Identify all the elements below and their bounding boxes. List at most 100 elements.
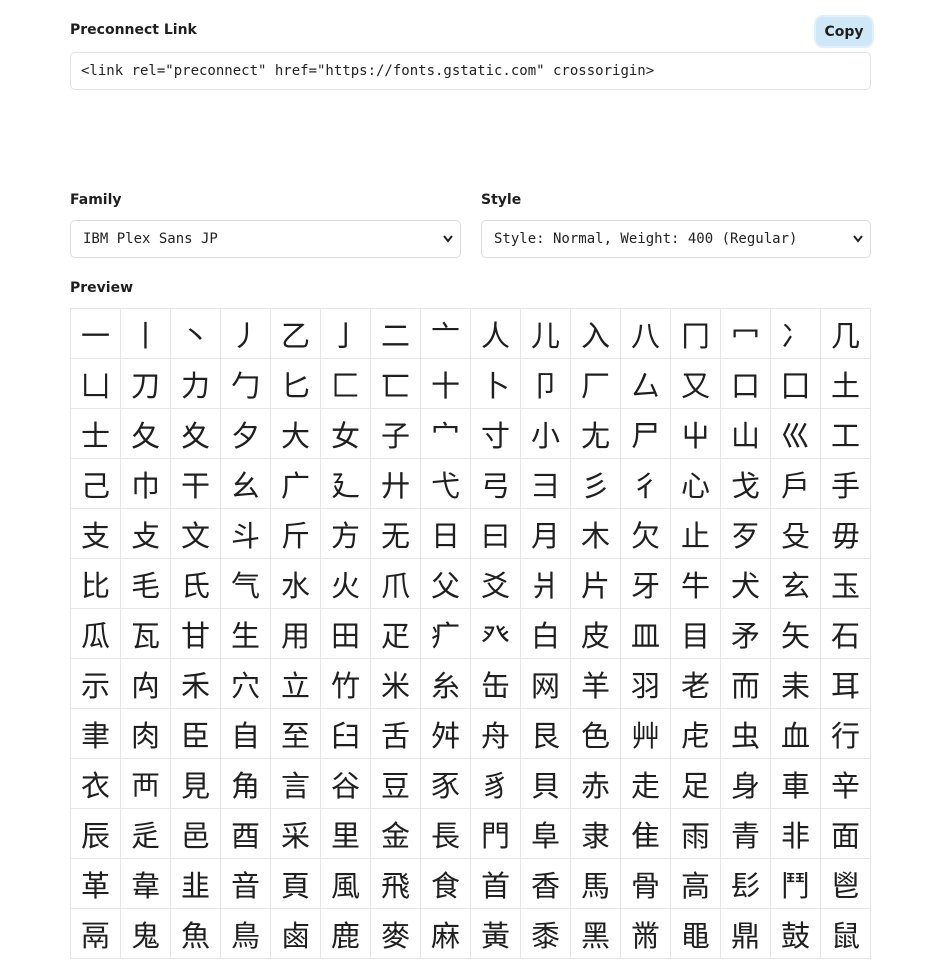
glyph-cell: 行 — [821, 709, 871, 759]
glyph-cell: 女 — [321, 409, 371, 459]
glyph-cell: 攴 — [121, 509, 171, 559]
glyph-cell: 火 — [321, 559, 371, 609]
glyph-cell: 血 — [771, 709, 821, 759]
glyph-cell: 工 — [821, 409, 871, 459]
glyph-cell: 禾 — [171, 659, 221, 709]
glyph-cell: 己 — [71, 459, 121, 509]
glyph-cell: 門 — [471, 809, 521, 859]
glyph-cell: 屮 — [671, 409, 721, 459]
glyph-cell: 首 — [471, 859, 521, 909]
glyph-cell: 辛 — [821, 759, 871, 809]
glyph-cell: 卜 — [471, 359, 521, 409]
preconnect-code[interactable]: <link rel="preconnect" href="https://fon… — [70, 52, 871, 90]
glyph-cell: 丿 — [221, 309, 271, 359]
glyph-cell: 氏 — [171, 559, 221, 609]
glyph-cell: 辵 — [121, 809, 171, 859]
glyph-cell: 鼎 — [721, 909, 771, 959]
chevron-down-icon — [852, 221, 864, 271]
glyph-cell: 文 — [171, 509, 221, 559]
glyph-cell: 山 — [721, 409, 771, 459]
glyph-cell: 几 — [821, 309, 871, 359]
glyph-cell: 弋 — [421, 459, 471, 509]
glyph-cell: 谷 — [321, 759, 371, 809]
glyph-cell: 毛 — [121, 559, 171, 609]
glyph-cell: 疋 — [371, 609, 421, 659]
glyph-cell: 舟 — [471, 709, 521, 759]
glyph-cell: 方 — [321, 509, 371, 559]
glyph-cell: 見 — [171, 759, 221, 809]
glyph-cell: 夕 — [221, 409, 271, 459]
glyph-cell: 丨 — [121, 309, 171, 359]
glyph-cell: 父 — [421, 559, 471, 609]
glyph-cell: 老 — [671, 659, 721, 709]
glyph-cell: 阜 — [521, 809, 571, 859]
glyph-cell: 骨 — [621, 859, 671, 909]
glyph-cell: 玄 — [771, 559, 821, 609]
glyph-cell: 鬯 — [821, 859, 871, 909]
glyph-cell: 爻 — [471, 559, 521, 609]
glyph-cell: 采 — [271, 809, 321, 859]
glyph-cell: 十 — [421, 359, 471, 409]
glyph-cell: 疒 — [421, 609, 471, 659]
glyph-cell: 艸 — [621, 709, 671, 759]
glyph-cell: 耒 — [771, 659, 821, 709]
glyph-cell: 戈 — [721, 459, 771, 509]
glyph-cell: 長 — [421, 809, 471, 859]
glyph-cell: 瓜 — [71, 609, 121, 659]
glyph-cell: 巾 — [121, 459, 171, 509]
glyph-cell: 襾 — [121, 759, 171, 809]
glyph-cell: 八 — [621, 309, 671, 359]
glyph-cell: 弓 — [471, 459, 521, 509]
copy-button[interactable]: Copy — [816, 17, 872, 46]
glyph-cell: 囗 — [771, 359, 821, 409]
glyph-cell: 至 — [271, 709, 321, 759]
glyph-cell: 面 — [821, 809, 871, 859]
glyph-cell: 片 — [571, 559, 621, 609]
glyph-cell: 癶 — [471, 609, 521, 659]
glyph-cell: 立 — [271, 659, 321, 709]
glyph-cell: 气 — [221, 559, 271, 609]
glyph-cell: 雨 — [671, 809, 721, 859]
glyph-cell: 黑 — [571, 909, 621, 959]
glyph-cell: 艮 — [521, 709, 571, 759]
glyph-cell: 冂 — [671, 309, 721, 359]
glyph-cell: 白 — [521, 609, 571, 659]
glyph-cell: 韭 — [171, 859, 221, 909]
glyph-cell: 牛 — [671, 559, 721, 609]
glyph-cell: 干 — [171, 459, 221, 509]
glyph-cell: 卩 — [521, 359, 571, 409]
glyph-cell: 竹 — [321, 659, 371, 709]
glyph-cell: 頁 — [271, 859, 321, 909]
glyph-cell: 鼠 — [821, 909, 871, 959]
family-select[interactable]: IBM Plex Sans JP — [70, 220, 461, 258]
glyph-cell: 革 — [71, 859, 121, 909]
glyph-cell: 子 — [371, 409, 421, 459]
glyph-cell: 比 — [71, 559, 121, 609]
glyph-cell: 小 — [521, 409, 571, 459]
glyph-cell: 厶 — [621, 359, 671, 409]
glyph-cell: 力 — [171, 359, 221, 409]
style-select[interactable]: Style: Normal, Weight: 400 (Regular) — [481, 220, 871, 258]
preconnect-label: Preconnect Link — [70, 22, 197, 38]
glyph-cell: 止 — [671, 509, 721, 559]
glyph-cell: 网 — [521, 659, 571, 709]
glyph-cell: 夂 — [121, 409, 171, 459]
glyph-cell: 香 — [521, 859, 571, 909]
font-page: Preconnect Link Copy <link rel="preconne… — [0, 0, 941, 963]
glyph-cell: 日 — [421, 509, 471, 559]
glyph-cell: 矛 — [721, 609, 771, 659]
style-select-value: Style: Normal, Weight: 400 (Regular) — [494, 231, 798, 247]
glyph-cell: 广 — [271, 459, 321, 509]
glyph-cell: 音 — [221, 859, 271, 909]
glyph-cell: 豆 — [371, 759, 421, 809]
glyph-cell: 用 — [271, 609, 321, 659]
glyph-cell: 隶 — [571, 809, 621, 859]
glyph-cell: 矢 — [771, 609, 821, 659]
glyph-cell: 肉 — [121, 709, 171, 759]
glyph-cell: 田 — [321, 609, 371, 659]
glyph-cell: 目 — [671, 609, 721, 659]
glyph-cell: 土 — [821, 359, 871, 409]
glyph-cell: 丶 — [171, 309, 221, 359]
glyph-cell: 缶 — [471, 659, 521, 709]
glyph-cell: 廴 — [321, 459, 371, 509]
